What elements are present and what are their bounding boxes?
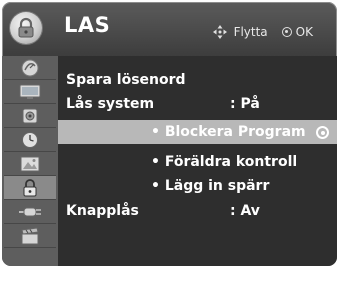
lock-icon (23, 178, 37, 196)
menu-row-input-block[interactable]: Lägg in spärr (58, 174, 337, 198)
menu-row-parental-control[interactable]: Föräldra kontroll (58, 150, 337, 174)
speaker-icon (22, 108, 38, 123)
row-value: : Av (230, 203, 260, 219)
sidebar-item-input[interactable] (4, 200, 56, 224)
menu-row-save-password[interactable]: Spara lösenord (58, 68, 337, 92)
menu-row-lock-system[interactable]: Lås system : På (58, 92, 337, 116)
sidebar-item-channel[interactable] (4, 56, 56, 80)
row-label: Blockera Program (151, 124, 306, 140)
picture-icon (20, 156, 40, 171)
lock-settings-list: Spara lösenord Lås system : På Blockera … (58, 56, 337, 266)
lock-icon (10, 12, 42, 44)
sidebar-item-options[interactable] (4, 152, 56, 176)
row-label: Lås system (66, 96, 155, 112)
move-hint-label: Flytta (233, 25, 268, 39)
selected-radio-icon (316, 126, 329, 139)
osd-menu-panel: LAS Flytta OK Spara lösenord Lås system … (2, 2, 337, 266)
page-title: LAS (64, 13, 111, 37)
row-label: Spara lösenord (66, 72, 186, 88)
row-label: Lägg in spärr (151, 178, 270, 194)
menu-row-key-lock[interactable]: Knapplås : Av (58, 199, 337, 223)
sidebar-item-lock[interactable] (4, 176, 56, 200)
satellite-dish-icon (21, 59, 39, 76)
sidebar-item-audio[interactable] (4, 104, 56, 128)
menu-header: LAS Flytta OK (2, 2, 337, 56)
ok-button-icon (281, 27, 292, 37)
row-label: Föräldra kontroll (151, 154, 297, 170)
sidebar-item-media[interactable] (4, 224, 56, 248)
clock-icon (22, 131, 38, 148)
sidebar-item-time[interactable] (4, 128, 56, 152)
tv-screen-icon (19, 84, 41, 99)
row-label: Knapplås (66, 203, 139, 219)
input-plug-icon (19, 207, 41, 216)
ok-hint-label: OK (295, 25, 313, 39)
sidebar-item-picture[interactable] (4, 80, 56, 104)
navigation-hint: Flytta OK (212, 24, 313, 40)
category-sidebar (2, 56, 58, 266)
move-arrows-icon (212, 24, 228, 40)
menu-row-block-program[interactable]: Blockera Program (58, 120, 337, 144)
clapperboard-icon (21, 226, 39, 244)
row-value: : På (230, 96, 260, 112)
